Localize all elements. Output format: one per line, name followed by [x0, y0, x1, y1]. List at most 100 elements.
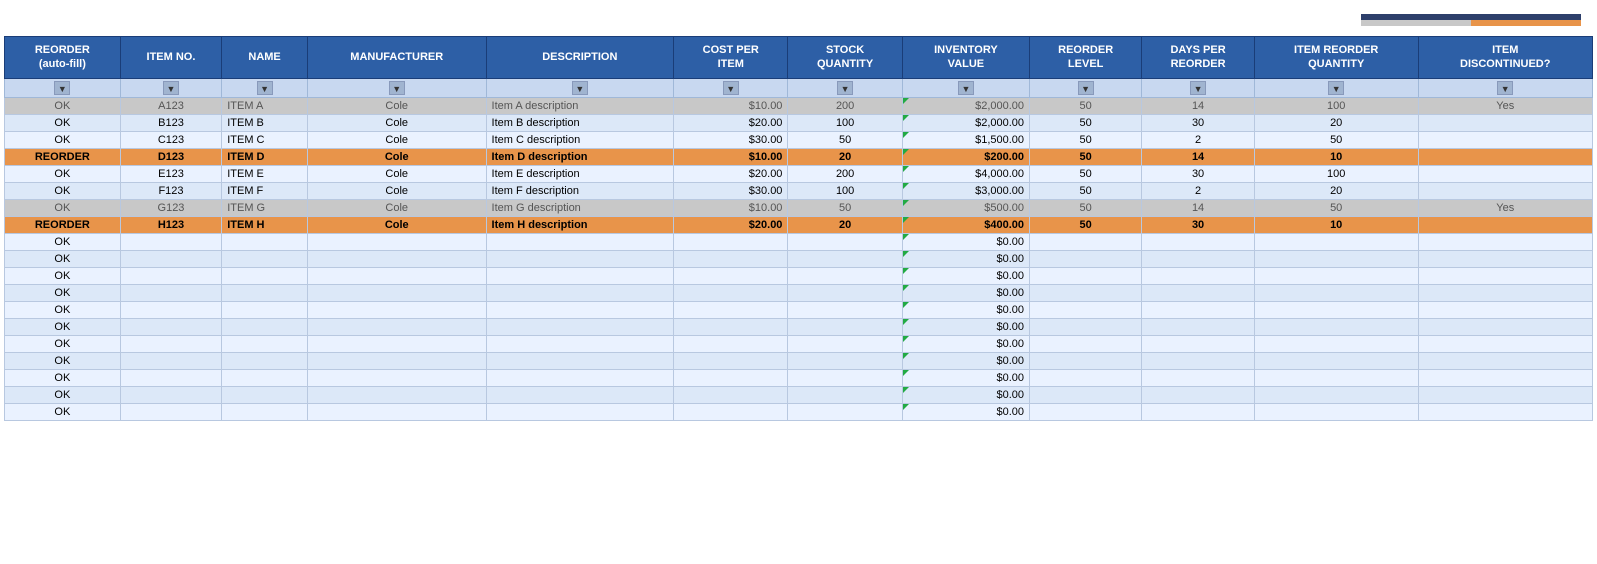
cell-manufacturer [307, 301, 486, 318]
filter-days[interactable]: ▼ [1142, 78, 1255, 97]
cell-description [486, 301, 674, 318]
cell-manufacturer [307, 335, 486, 352]
cell-reorder: OK [5, 97, 121, 114]
cell-manufacturer: Cole [307, 165, 486, 182]
cell-item_no [120, 284, 221, 301]
filter-item-reorder-qty[interactable]: ▼ [1254, 78, 1418, 97]
cell-description: Item F description [486, 182, 674, 199]
cell-inventory_value: $3,000.00 [902, 182, 1029, 199]
cell-item_no [120, 267, 221, 284]
cell-item_discontinued [1418, 233, 1592, 250]
filter-dropdown-manufacturer[interactable]: ▼ [389, 81, 405, 95]
filter-stock[interactable]: ▼ [788, 78, 902, 97]
filter-dropdown-inv-value[interactable]: ▼ [958, 81, 974, 95]
cell-stock_quantity [788, 267, 902, 284]
cell-item_no [120, 318, 221, 335]
cell-stock_quantity: 20 [788, 148, 902, 165]
filter-dropdown-cost[interactable]: ▼ [723, 81, 739, 95]
cell-days_per_reorder: 14 [1142, 97, 1255, 114]
filter-dropdown-reorder[interactable]: ▼ [54, 81, 70, 95]
grid-key-reorder [1471, 20, 1581, 26]
cell-description: Item B description [486, 114, 674, 131]
cell-reorder_level [1030, 386, 1142, 403]
cell-cost_per_item: $30.00 [674, 131, 788, 148]
col-reorder: REORDER(auto-fill) [5, 37, 121, 79]
col-stock-quantity: STOCKQUANTITY [788, 37, 902, 79]
cell-days_per_reorder: 30 [1142, 165, 1255, 182]
table-row: OK$0.00 [5, 386, 1593, 403]
cell-cost_per_item: $20.00 [674, 114, 788, 131]
cell-item_discontinued [1418, 403, 1592, 420]
cell-cost_per_item [674, 403, 788, 420]
cell-stock_quantity: 100 [788, 114, 902, 131]
filter-row: ▼ ▼ ▼ ▼ ▼ ▼ ▼ ▼ ▼ ▼ ▼ ▼ [5, 78, 1593, 97]
cell-item_reorder_quantity: 10 [1254, 216, 1418, 233]
cell-manufacturer [307, 267, 486, 284]
filter-manufacturer[interactable]: ▼ [307, 78, 486, 97]
cell-cost_per_item [674, 318, 788, 335]
cell-item_reorder_quantity [1254, 403, 1418, 420]
cell-item_discontinued: Yes [1418, 97, 1592, 114]
cell-item_reorder_quantity [1254, 335, 1418, 352]
cell-name: ITEM H [222, 216, 308, 233]
cell-name: ITEM B [222, 114, 308, 131]
grid-key-discontinued [1361, 20, 1471, 26]
table-row: OK$0.00 [5, 233, 1593, 250]
filter-dropdown-description[interactable]: ▼ [572, 81, 588, 95]
cell-reorder_level: 50 [1030, 182, 1142, 199]
cell-description [486, 369, 674, 386]
cell-manufacturer [307, 284, 486, 301]
cell-reorder: OK [5, 131, 121, 148]
cell-name: ITEM G [222, 199, 308, 216]
filter-dropdown-days[interactable]: ▼ [1190, 81, 1206, 95]
filter-inv-value[interactable]: ▼ [902, 78, 1029, 97]
cell-item_discontinued [1418, 148, 1592, 165]
cell-name: ITEM D [222, 148, 308, 165]
cell-description: Item C description [486, 131, 674, 148]
filter-dropdown-discontinued[interactable]: ▼ [1497, 81, 1513, 95]
cell-days_per_reorder: 14 [1142, 148, 1255, 165]
cell-item_reorder_quantity [1254, 233, 1418, 250]
cell-reorder: OK [5, 114, 121, 131]
table-row: OKC123ITEM CColeItem C description$30.00… [5, 131, 1593, 148]
filter-reorder[interactable]: ▼ [5, 78, 121, 97]
cell-description [486, 267, 674, 284]
filter-item-no[interactable]: ▼ [120, 78, 221, 97]
cell-name [222, 267, 308, 284]
cell-manufacturer [307, 386, 486, 403]
cell-manufacturer [307, 318, 486, 335]
cell-name [222, 386, 308, 403]
cell-manufacturer: Cole [307, 97, 486, 114]
cell-reorder_level [1030, 403, 1142, 420]
cell-days_per_reorder [1142, 250, 1255, 267]
cell-reorder: OK [5, 233, 121, 250]
cell-name [222, 250, 308, 267]
table-row: OKB123ITEM BColeItem B description$20.00… [5, 114, 1593, 131]
filter-name[interactable]: ▼ [222, 78, 308, 97]
filter-reorder-level[interactable]: ▼ [1030, 78, 1142, 97]
cell-cost_per_item [674, 369, 788, 386]
filter-dropdown-reorder-level[interactable]: ▼ [1078, 81, 1094, 95]
filter-cost[interactable]: ▼ [674, 78, 788, 97]
cell-inventory_value: $0.00 [902, 284, 1029, 301]
cell-reorder_level [1030, 352, 1142, 369]
filter-description[interactable]: ▼ [486, 78, 674, 97]
filter-dropdown-name[interactable]: ▼ [257, 81, 273, 95]
cell-manufacturer [307, 352, 486, 369]
cell-reorder_level: 50 [1030, 148, 1142, 165]
filter-dropdown-item-reorder-qty[interactable]: ▼ [1328, 81, 1344, 95]
filter-discontinued[interactable]: ▼ [1418, 78, 1592, 97]
filter-dropdown-item-no[interactable]: ▼ [163, 81, 179, 95]
cell-manufacturer: Cole [307, 199, 486, 216]
cell-description: Item H description [486, 216, 674, 233]
cell-manufacturer [307, 233, 486, 250]
cell-description [486, 386, 674, 403]
cell-days_per_reorder [1142, 301, 1255, 318]
filter-dropdown-stock[interactable]: ▼ [837, 81, 853, 95]
cell-description: Item G description [486, 199, 674, 216]
table-row: OKA123ITEM AColeItem A description$10.00… [5, 97, 1593, 114]
cell-item_reorder_quantity: 100 [1254, 97, 1418, 114]
cell-item_reorder_quantity [1254, 318, 1418, 335]
cell-name: ITEM F [222, 182, 308, 199]
cell-description [486, 284, 674, 301]
